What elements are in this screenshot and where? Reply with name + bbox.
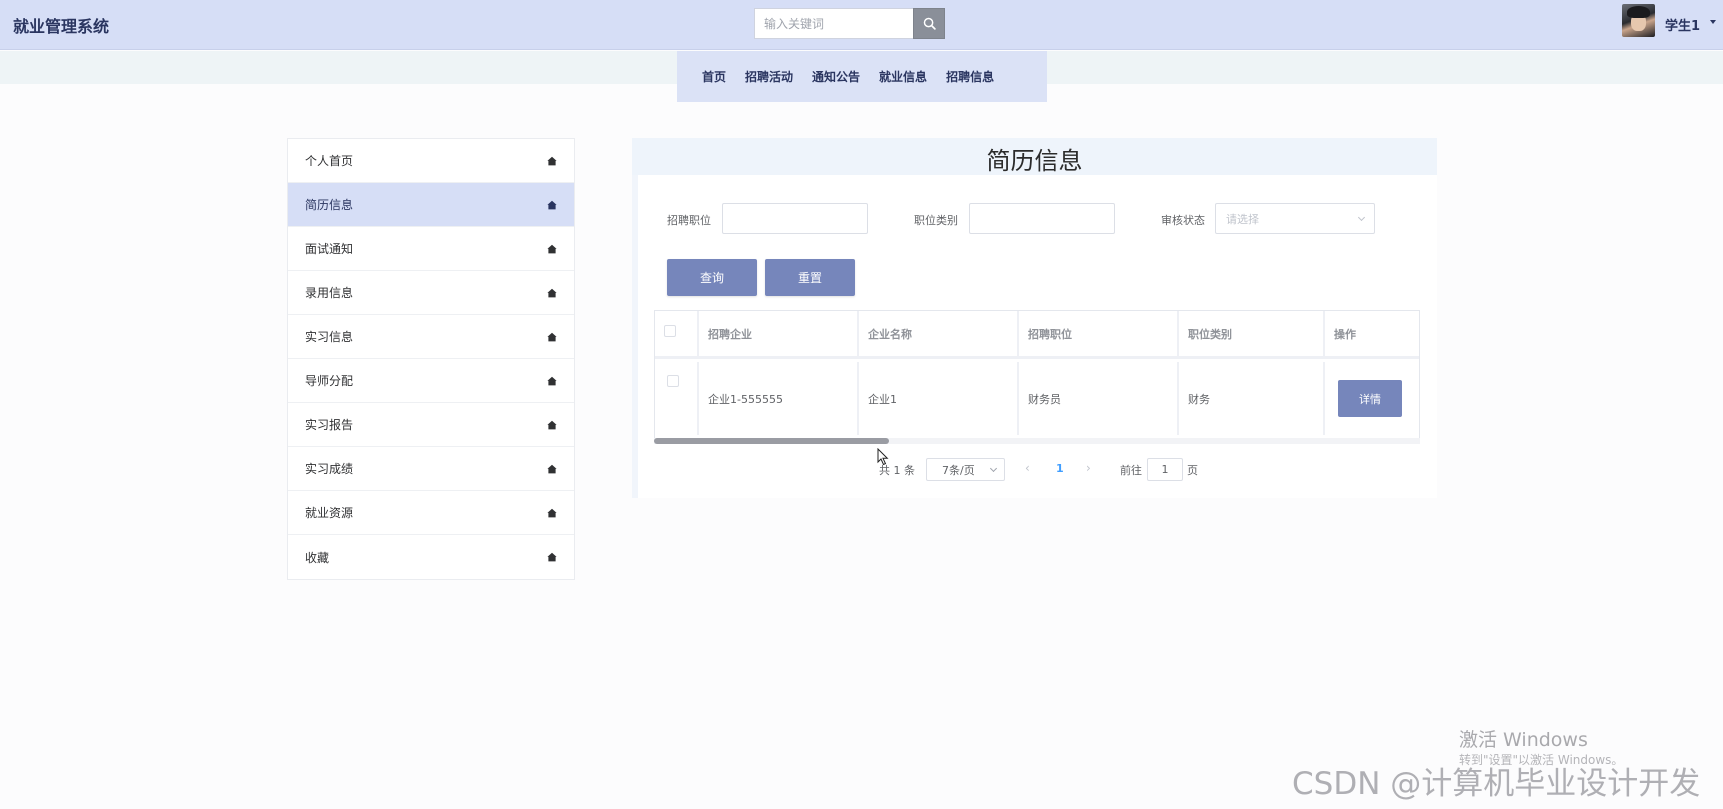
sidebar-item-mentor-assignment[interactable]: 导师分配	[288, 359, 574, 403]
panel-header: 简历信息	[632, 138, 1437, 175]
col-header-action: 操作	[1334, 327, 1356, 341]
col-header-company-name[interactable]: 企业名称	[859, 311, 1019, 356]
sidebar: 个人首页 简历信息 面试通知 录用信息 实习信息 导师分配 实习报告 实习成绩 …	[287, 138, 575, 580]
main-nav: 首页 招聘活动 通知公告 就业信息 招聘信息	[677, 51, 1047, 102]
home-icon	[547, 376, 557, 386]
chevron-down-icon	[1357, 213, 1366, 222]
sidebar-item-label: 实习信息	[305, 330, 354, 344]
home-icon	[547, 508, 557, 518]
home-icon	[547, 464, 557, 474]
select-all-checkbox[interactable]	[664, 325, 676, 337]
position-filter-input[interactable]	[722, 203, 868, 234]
search-icon	[923, 17, 936, 30]
sidebar-item-profile-home[interactable]: 个人首页	[288, 139, 574, 183]
sidebar-item-interview-notice[interactable]: 面试通知	[288, 227, 574, 271]
nav-item-job-info[interactable]: 招聘信息	[946, 68, 994, 85]
status-filter-select[interactable]: 请选择	[1215, 203, 1375, 234]
cell-company-name: 企业1	[859, 362, 1019, 435]
nav-item-employment-info[interactable]: 就业信息	[879, 68, 927, 85]
col-header-company-account[interactable]: 招聘企业	[699, 311, 859, 356]
home-icon	[547, 156, 557, 166]
nav-item-recruit-events[interactable]: 招聘活动	[745, 68, 793, 85]
cell-company-account: 企业1-555555	[699, 362, 859, 435]
sidebar-item-label: 实习报告	[305, 418, 354, 432]
col-header-position[interactable]: 招聘职位	[1019, 311, 1179, 356]
pagination-page-suffix: 页	[1187, 464, 1198, 477]
status-filter-placeholder: 请选择	[1226, 212, 1259, 226]
nav-item-home[interactable]: 首页	[702, 68, 726, 85]
row-select-cell	[655, 362, 699, 435]
page-size-value: 7条/页	[942, 463, 975, 477]
search-bar	[754, 8, 945, 39]
sidebar-item-internship-report[interactable]: 实习报告	[288, 403, 574, 447]
sidebar-item-resume[interactable]: 简历信息	[288, 183, 574, 227]
sidebar-item-favorites[interactable]: 收藏	[288, 535, 574, 579]
sidebar-item-label: 就业资源	[305, 506, 354, 520]
col-header-category[interactable]: 职位类别	[1179, 311, 1325, 356]
detail-button[interactable]: 详情	[1338, 380, 1402, 417]
user-name-dropdown[interactable]: 学生1	[1665, 15, 1700, 34]
app-brand[interactable]: 就业管理系统	[13, 13, 109, 37]
home-icon	[547, 200, 557, 210]
caret-down-icon[interactable]	[1710, 20, 1716, 24]
sidebar-item-offer-info[interactable]: 录用信息	[288, 271, 574, 315]
sidebar-item-label: 收藏	[305, 550, 330, 565]
home-icon	[547, 420, 557, 430]
avatar-hair	[1627, 6, 1650, 18]
chevron-down-icon	[989, 464, 998, 473]
sidebar-item-label: 导师分配	[305, 374, 354, 388]
windows-activation-title: 激活 Windows	[1459, 729, 1588, 751]
status-filter-label: 审核状态	[1161, 214, 1205, 227]
pagination-goto-input[interactable]: 1	[1147, 458, 1183, 481]
category-filter-label: 职位类别	[914, 214, 958, 227]
cell-category: 财务	[1179, 362, 1325, 435]
cell-action: 详情	[1325, 362, 1419, 435]
chevron-left-icon[interactable]: ‹	[1025, 461, 1030, 475]
select-all-cell	[655, 311, 699, 356]
page-size-select[interactable]: 7条/页	[926, 458, 1005, 481]
mouse-cursor-icon	[877, 448, 889, 466]
home-icon	[547, 244, 557, 254]
horizontal-scrollbar-thumb[interactable]	[654, 438, 889, 444]
page-number-current[interactable]: 1	[1056, 462, 1064, 475]
resume-table: 招聘企业 企业名称 招聘职位 职位类别 操作 企业1-555555 企业1 财务…	[654, 310, 1420, 443]
chevron-right-icon[interactable]: ›	[1086, 461, 1091, 475]
top-header: 就业管理系统 学生1	[0, 0, 1723, 50]
pagination-goto-label: 前往	[1120, 464, 1142, 477]
reset-button[interactable]: 重置	[765, 259, 855, 296]
sidebar-item-label: 个人首页	[305, 154, 354, 168]
home-icon	[547, 288, 557, 298]
sidebar-item-label: 简历信息	[305, 198, 354, 212]
sidebar-item-internship-grade[interactable]: 实习成绩	[288, 447, 574, 491]
table-row: 企业1-555555 企业1 财务员 财务 详情	[655, 362, 1419, 435]
nav-item-notices[interactable]: 通知公告	[812, 68, 860, 85]
sidebar-item-employment-resources[interactable]: 就业资源	[288, 491, 574, 535]
csdn-watermark: CSDN @计算机毕业设计开发	[1292, 766, 1701, 802]
search-button[interactable]	[913, 8, 945, 39]
sidebar-item-label: 录用信息	[305, 286, 354, 300]
page-title: 简历信息	[986, 147, 1083, 175]
row-checkbox[interactable]	[667, 375, 679, 387]
sidebar-item-internship-info[interactable]: 实习信息	[288, 315, 574, 359]
category-filter-input[interactable]	[969, 203, 1115, 234]
home-icon	[547, 332, 557, 342]
query-button[interactable]: 查询	[667, 259, 757, 296]
search-input[interactable]	[754, 8, 913, 39]
cell-position: 财务员	[1019, 362, 1179, 435]
sidebar-item-label: 面试通知	[305, 242, 354, 256]
avatar[interactable]	[1622, 4, 1655, 37]
position-filter-label: 招聘职位	[667, 214, 711, 227]
table-header-row: 招聘企业 企业名称 招聘职位 职位类别 操作	[655, 311, 1419, 359]
sidebar-item-label: 实习成绩	[305, 462, 354, 476]
home-icon	[547, 552, 557, 562]
